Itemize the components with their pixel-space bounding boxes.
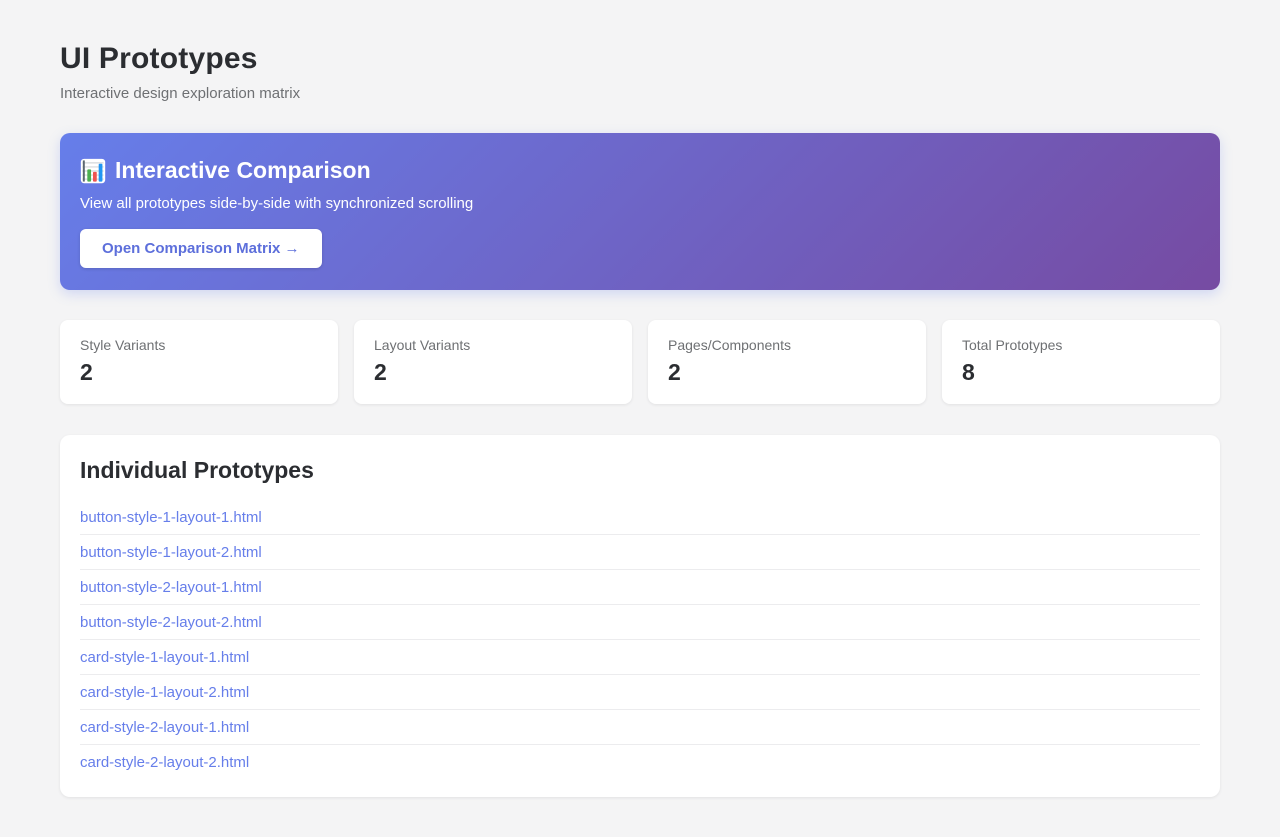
stat-label: Layout Variants: [374, 337, 612, 353]
list-item: button-style-2-layout-1.html: [80, 570, 1200, 605]
list-item: card-style-2-layout-1.html: [80, 710, 1200, 745]
stat-value: 2: [374, 359, 612, 386]
prototype-link[interactable]: button-style-2-layout-2.html: [80, 605, 262, 639]
prototype-link[interactable]: button-style-1-layout-1.html: [80, 500, 262, 534]
prototype-link[interactable]: card-style-2-layout-2.html: [80, 745, 249, 779]
prototype-link[interactable]: button-style-2-layout-1.html: [80, 570, 262, 604]
stat-card-total-prototypes: Total Prototypes 8: [942, 320, 1220, 404]
open-comparison-matrix-button[interactable]: Open Comparison Matrix →: [80, 229, 322, 268]
stat-card-layout-variants: Layout Variants 2: [354, 320, 632, 404]
stat-card-style-variants: Style Variants 2: [60, 320, 338, 404]
stat-value: 2: [80, 359, 318, 386]
list-item: card-style-1-layout-2.html: [80, 675, 1200, 710]
page-container: UI Prototypes Interactive design explora…: [60, 0, 1220, 837]
stat-label: Total Prototypes: [962, 337, 1200, 353]
stat-label: Style Variants: [80, 337, 318, 353]
stats-row: Style Variants 2 Layout Variants 2 Pages…: [60, 320, 1220, 404]
banner-title-row: Interactive Comparison: [80, 157, 1200, 184]
prototype-link[interactable]: card-style-2-layout-1.html: [80, 710, 249, 744]
banner-title: Interactive Comparison: [115, 157, 371, 184]
prototype-list: button-style-1-layout-1.html button-styl…: [80, 500, 1200, 779]
interactive-comparison-banner: Interactive Comparison View all prototyp…: [60, 133, 1220, 290]
page-subtitle: Interactive design exploration matrix: [60, 85, 1220, 102]
banner-description: View all prototypes side-by-side with sy…: [80, 195, 1200, 212]
prototype-link[interactable]: card-style-1-layout-1.html: [80, 640, 249, 674]
stat-label: Pages/Components: [668, 337, 906, 353]
list-item: button-style-2-layout-2.html: [80, 605, 1200, 640]
stat-value: 8: [962, 359, 1200, 386]
stat-value: 2: [668, 359, 906, 386]
list-item: card-style-2-layout-2.html: [80, 745, 1200, 779]
list-item: card-style-1-layout-1.html: [80, 640, 1200, 675]
list-item: button-style-1-layout-1.html: [80, 500, 1200, 535]
page-title: UI Prototypes: [60, 42, 1220, 76]
individual-prototypes-heading: Individual Prototypes: [80, 457, 1200, 484]
list-item: button-style-1-layout-2.html: [80, 535, 1200, 570]
individual-prototypes-card: Individual Prototypes button-style-1-lay…: [60, 435, 1220, 797]
bar-chart-icon: [80, 158, 106, 184]
stat-card-pages-components: Pages/Components 2: [648, 320, 926, 404]
prototype-link[interactable]: card-style-1-layout-2.html: [80, 675, 249, 709]
prototype-link[interactable]: button-style-1-layout-2.html: [80, 535, 262, 569]
